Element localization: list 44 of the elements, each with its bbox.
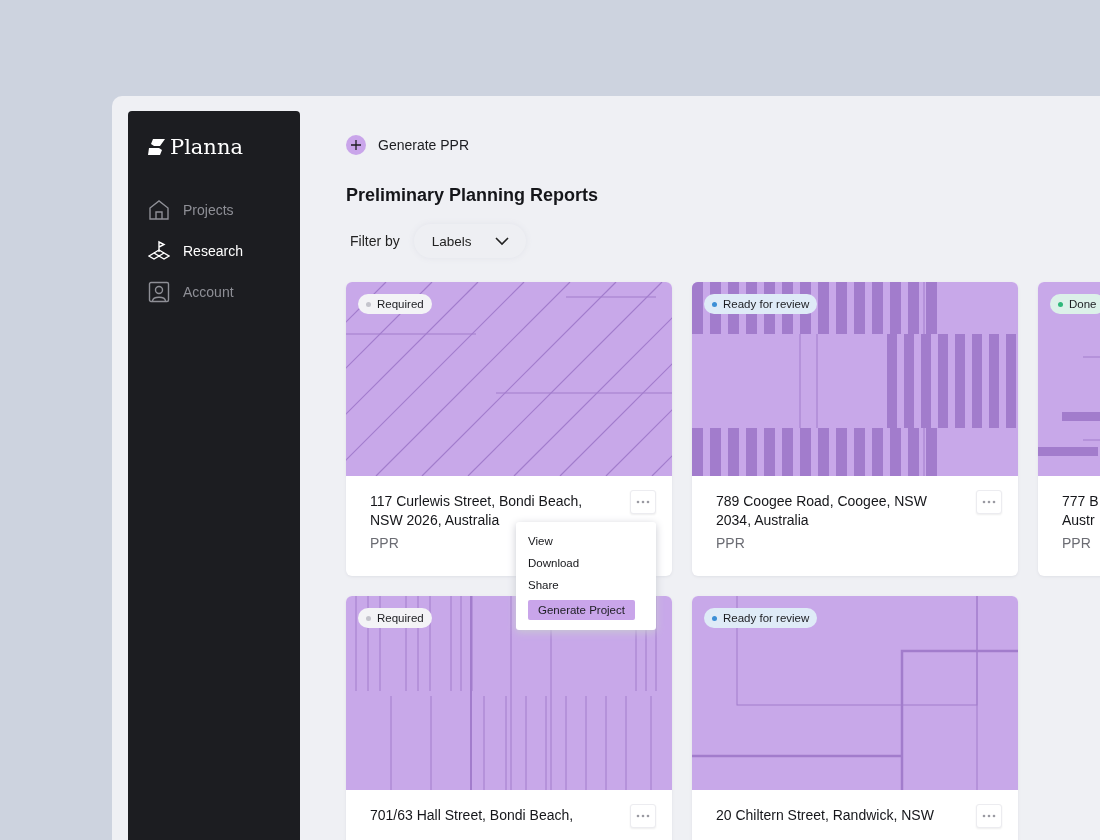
menu-item[interactable]: View <box>528 530 553 552</box>
more-icon <box>636 500 650 504</box>
address-text: 701/63 Hall Street, Bondi Beach, <box>370 806 574 825</box>
sidebar-item[interactable]: Account <box>148 271 280 312</box>
report-card[interactable]: Done 777 B Austr PPR <box>1038 282 1100 576</box>
more-button[interactable] <box>976 490 1002 514</box>
generate-project-button[interactable]: Generate Project <box>528 600 635 620</box>
labels-dropdown[interactable]: Labels <box>413 224 526 258</box>
status-badge: Required <box>358 608 432 628</box>
more-button[interactable] <box>630 490 656 514</box>
menu-item[interactable]: Download <box>528 552 580 574</box>
flag-on-grid-icon <box>148 239 170 262</box>
report-type: PPR <box>1062 535 1091 551</box>
logo-icon <box>148 139 166 155</box>
address-text: Austr <box>1062 511 1095 530</box>
address-text: 20 Chiltern Street, Randwick, NSW <box>716 806 934 825</box>
address-text: 2034, Australia <box>716 511 809 530</box>
status-badge: Required <box>358 294 432 314</box>
person-icon <box>148 280 170 303</box>
report-type: PPR <box>716 535 745 551</box>
address-text: NSW 2026, Australia <box>370 511 500 530</box>
sidebar-item[interactable]: Projects <box>148 189 280 230</box>
report-type: PPR <box>370 535 399 551</box>
status-badge: Ready for review <box>704 608 818 628</box>
status-badge: Ready for review <box>704 294 818 314</box>
more-icon <box>982 500 996 504</box>
more-icon <box>636 814 650 818</box>
generate-button[interactable]: Generate PPR <box>346 135 470 155</box>
page-title: Preliminary Planning Reports <box>346 185 600 206</box>
address-text: 789 Coogee Road, Coogee, NSW <box>716 492 927 511</box>
filter-label: Filter by <box>350 233 400 249</box>
menu-item[interactable]: Share <box>528 574 559 596</box>
plus-icon <box>351 140 361 150</box>
more-button[interactable] <box>630 804 656 828</box>
status-badge: Done <box>1050 294 1100 314</box>
brand-name: Planna <box>170 135 243 159</box>
address-text: 777 B <box>1062 492 1099 511</box>
report-card[interactable]: Ready for review 20 Chiltern Street, Randwick, NSW <box>692 596 1018 840</box>
house-icon <box>148 198 170 221</box>
address-text: 117 Curlewis Street, Bondi Beach, <box>370 492 583 511</box>
report-card[interactable]: Ready for review 789 Coogee Road, Coogee, NSW 2034, Australia PPR <box>692 282 1018 576</box>
sidebar-item[interactable]: Research <box>148 230 280 271</box>
more-button[interactable] <box>976 804 1002 828</box>
more-icon <box>982 814 996 818</box>
